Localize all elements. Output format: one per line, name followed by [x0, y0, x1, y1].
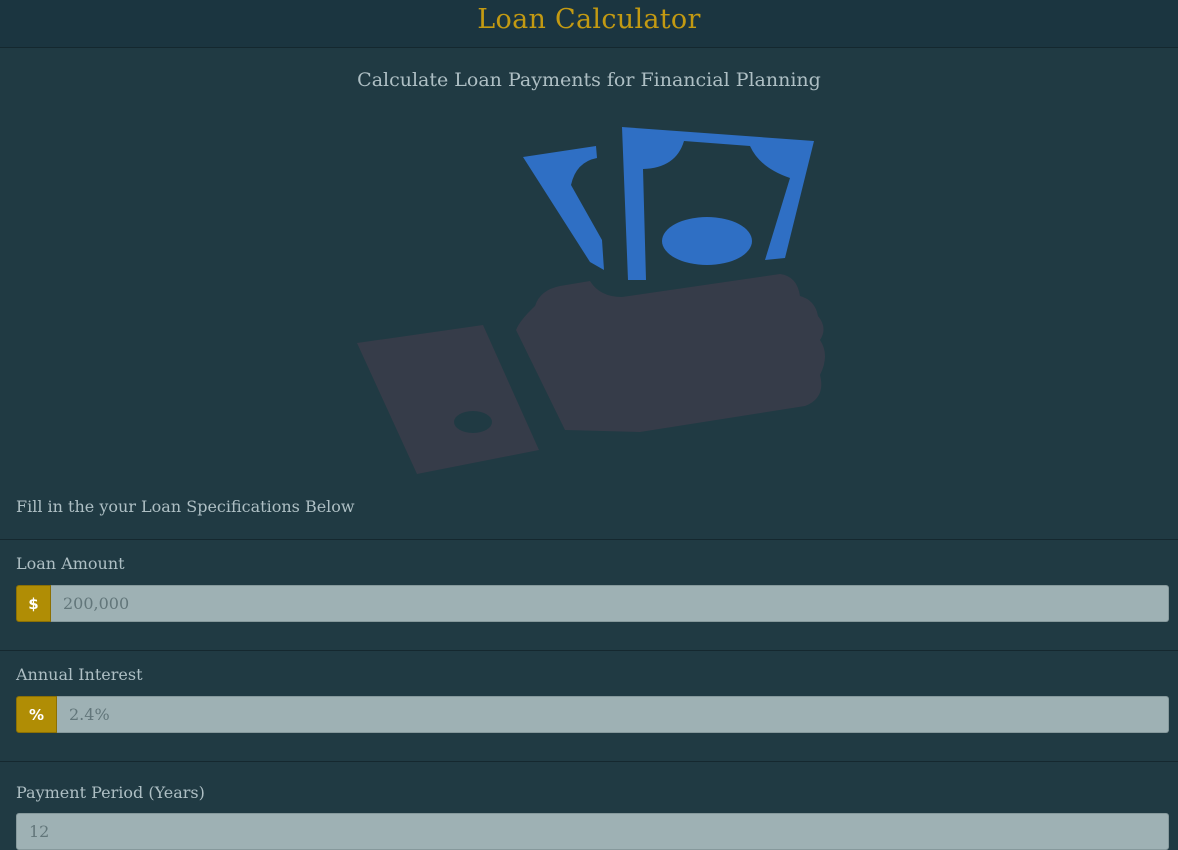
- hand: [357, 274, 825, 474]
- percent-addon: %: [16, 696, 57, 733]
- left-bill: [523, 146, 604, 270]
- section-divider: [0, 650, 1178, 651]
- cuff-button: [454, 411, 492, 433]
- payment-period-group: [16, 813, 1169, 850]
- dollar-addon: $: [16, 585, 51, 622]
- annual-interest-group: %: [16, 696, 1169, 733]
- loan-amount-group: $: [16, 585, 1169, 622]
- page-subtitle: Calculate Loan Payments for Financial Pl…: [357, 69, 821, 91]
- payment-period-label: Payment Period (Years): [16, 783, 205, 802]
- annual-interest-label: Annual Interest: [16, 665, 143, 684]
- form-instructions: Fill in the your Loan Specifications Bel…: [16, 497, 355, 516]
- bill-coin: [662, 217, 752, 265]
- loan-amount-input[interactable]: [51, 585, 1169, 622]
- loan-amount-label: Loan Amount: [16, 554, 125, 573]
- app-header: Loan Calculator: [0, 0, 1178, 48]
- fist: [516, 274, 825, 432]
- section-divider: [0, 539, 1178, 540]
- hand-giving-money-icon: [357, 127, 825, 474]
- money-bills: [523, 127, 814, 280]
- app-title: Loan Calculator: [477, 4, 701, 35]
- section-divider: [0, 761, 1178, 762]
- annual-interest-input[interactable]: [57, 696, 1169, 733]
- cuff: [357, 325, 539, 474]
- payment-period-input[interactable]: [16, 813, 1169, 850]
